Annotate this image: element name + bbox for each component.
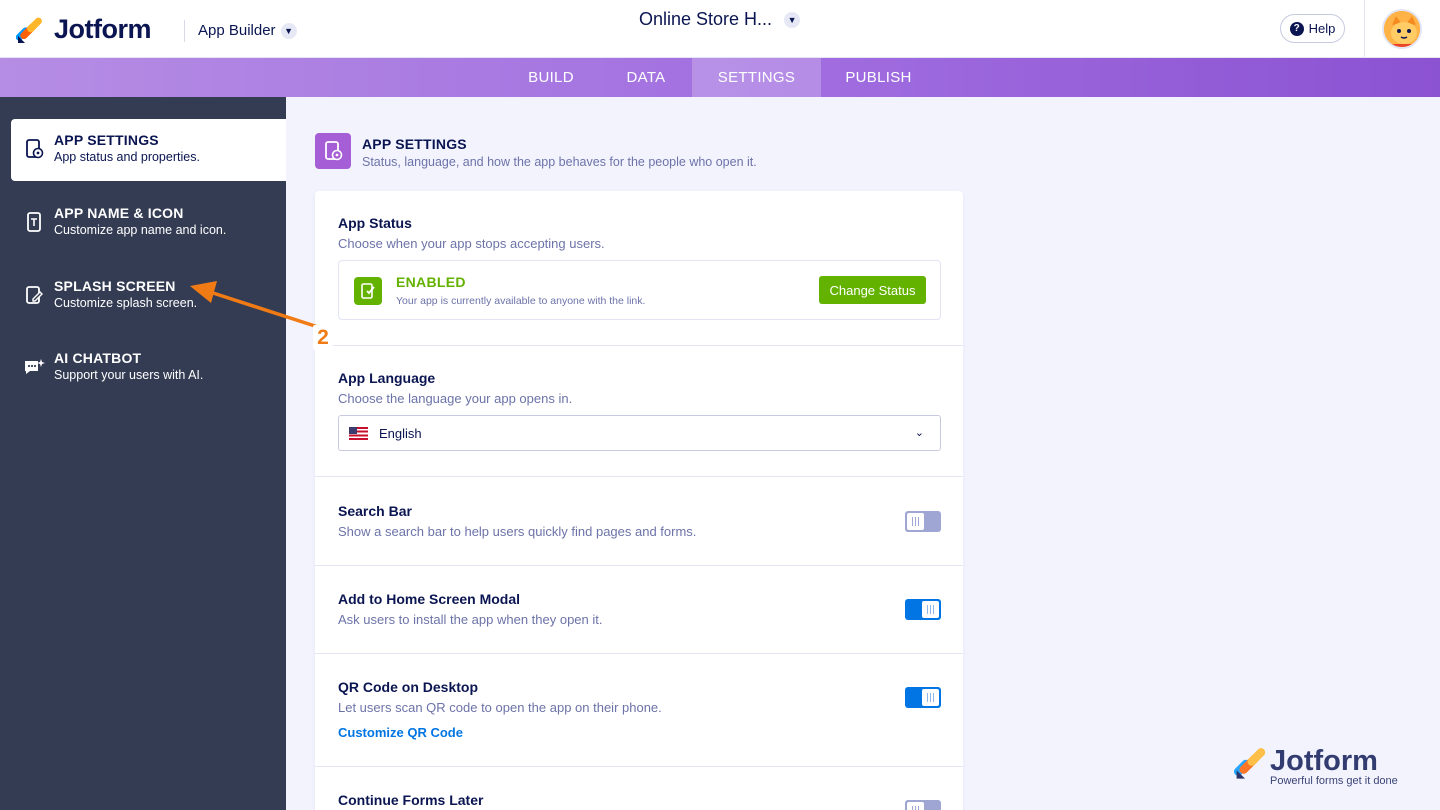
form-title: Online Store H...: [639, 9, 773, 29]
sidebar-item-title: AI CHATBOT: [54, 350, 142, 366]
qr-code-toggle[interactable]: [905, 687, 941, 708]
jotform-watermark: Jotform Powerful forms get it done: [1234, 745, 1414, 790]
help-label: Help: [1308, 21, 1336, 36]
section-description: Choose the language your app opens in.: [338, 391, 573, 406]
question-icon: ?: [1289, 21, 1304, 36]
logo-text: Jotform: [54, 14, 152, 44]
status-label: ENABLED: [396, 274, 466, 290]
sidebar-item-title: APP NAME & ICON: [54, 205, 184, 221]
sidebar-item-subtitle: Customize splash screen.: [54, 296, 198, 310]
qr-code-section: QR Code on Desktop Let users scan QR cod…: [315, 654, 963, 767]
chat-sparkle-icon: [25, 359, 45, 374]
home-screen-section: Add to Home Screen Modal Ask users to in…: [315, 566, 963, 654]
change-status-button[interactable]: Change Status: [819, 276, 926, 304]
sidebar-item-app-settings[interactable]: APP SETTINGS App status and properties.: [11, 119, 286, 181]
header-divider: [184, 20, 185, 42]
home-screen-toggle[interactable]: [905, 599, 941, 620]
language-select[interactable]: English ⌄: [338, 415, 941, 451]
jotform-logo-icon: [1234, 748, 1266, 779]
tab-publish[interactable]: PUBLISH: [830, 58, 927, 97]
page-heading: APP SETTINGS Status, language, and how t…: [315, 133, 757, 169]
toggle-knob: [907, 802, 924, 810]
section-description: Ask users to install the app when they o…: [338, 612, 603, 627]
sidebar-item-title: APP SETTINGS: [54, 132, 159, 148]
language-value: English: [379, 425, 422, 441]
cat-avatar-icon: [1384, 11, 1420, 47]
sidebar-item-ai-chatbot[interactable]: AI CHATBOT Support your users with AI.: [11, 337, 286, 399]
form-title-dropdown[interactable]: Online Store H... ▼: [639, 9, 801, 30]
sidebar-item-subtitle: Support your users with AI.: [54, 368, 204, 382]
settings-sidebar: APP SETTINGS App status and properties. …: [0, 97, 286, 810]
sidebar-item-subtitle: App status and properties.: [54, 150, 200, 164]
watermark-tagline: Powerful forms get it done: [1270, 775, 1398, 787]
app-status-section: App Status Choose when your app stops ac…: [315, 191, 963, 346]
search-bar-toggle[interactable]: [905, 511, 941, 532]
tab-data[interactable]: DATA: [604, 58, 688, 97]
section-title: App Status: [338, 215, 412, 231]
sidebar-item-subtitle: Customize app name and icon.: [54, 223, 227, 237]
section-title: App Language: [338, 370, 436, 386]
help-button[interactable]: ? Help: [1280, 14, 1345, 43]
phone-text-icon: [27, 212, 41, 232]
app-language-section: App Language Choose the language your ap…: [315, 346, 963, 477]
search-bar-section: Search Bar Show a search bar to help use…: [315, 477, 963, 566]
sidebar-item-app-name-icon[interactable]: APP NAME & ICON Customize app name and i…: [11, 192, 286, 254]
top-header: Jotform App Builder ▼ Online Store H... …: [0, 0, 1440, 58]
sidebar-item-splash-screen[interactable]: SPLASH SCREEN Customize splash screen.: [11, 265, 286, 327]
section-description: Choose when your app stops accepting use…: [338, 236, 605, 251]
status-description: Your app is currently available to anyon…: [396, 295, 646, 307]
avatar[interactable]: [1382, 9, 1422, 49]
jotform-logo-icon: [16, 17, 42, 43]
step-number-badge: 2: [313, 325, 333, 350]
app-builder-label: App Builder: [198, 22, 276, 39]
status-card: ENABLED Your app is currently available …: [338, 260, 941, 320]
settings-panel: App Status Choose when your app stops ac…: [315, 191, 963, 810]
customize-qr-code-link[interactable]: Customize QR Code: [338, 725, 463, 740]
section-title: Search Bar: [338, 503, 412, 519]
main-nav: BUILD DATA SETTINGS PUBLISH: [0, 58, 1440, 97]
section-description: Let users scan QR code to open the app o…: [338, 700, 662, 715]
settings-doc-icon: [26, 139, 44, 159]
section-title: QR Code on Desktop: [338, 679, 479, 695]
section-title: Add to Home Screen Modal: [338, 591, 521, 607]
app-builder-dropdown[interactable]: App Builder ▼: [198, 22, 297, 39]
page-subtitle: Status, language, and how the app behave…: [362, 155, 757, 169]
toggle-knob: [922, 689, 939, 706]
section-description: Show a search bar to help users quickly …: [338, 524, 697, 539]
us-flag-icon: [349, 426, 368, 440]
pencil-doc-icon: [26, 286, 43, 304]
continue-forms-section: Continue Forms Later: [315, 767, 963, 810]
section-title: Continue Forms Later: [338, 792, 484, 808]
watermark-text: Jotform: [1270, 745, 1378, 777]
jotform-logo[interactable]: Jotform: [16, 14, 152, 45]
tab-settings[interactable]: SETTINGS: [692, 58, 821, 97]
toggle-knob: [907, 513, 924, 530]
chevron-down-icon: ▼: [784, 11, 801, 28]
header-divider-right: [1364, 0, 1365, 58]
continue-forms-toggle[interactable]: [905, 800, 941, 810]
tab-build[interactable]: BUILD: [508, 58, 594, 97]
toggle-knob: [922, 601, 939, 618]
settings-doc-icon: [315, 133, 351, 169]
page-title: APP SETTINGS: [362, 136, 467, 152]
chevron-down-icon: ▼: [280, 22, 297, 39]
chevron-down-icon: ⌄: [914, 427, 924, 439]
sidebar-item-title: SPLASH SCREEN: [54, 278, 176, 294]
enabled-status-icon: [354, 277, 382, 305]
